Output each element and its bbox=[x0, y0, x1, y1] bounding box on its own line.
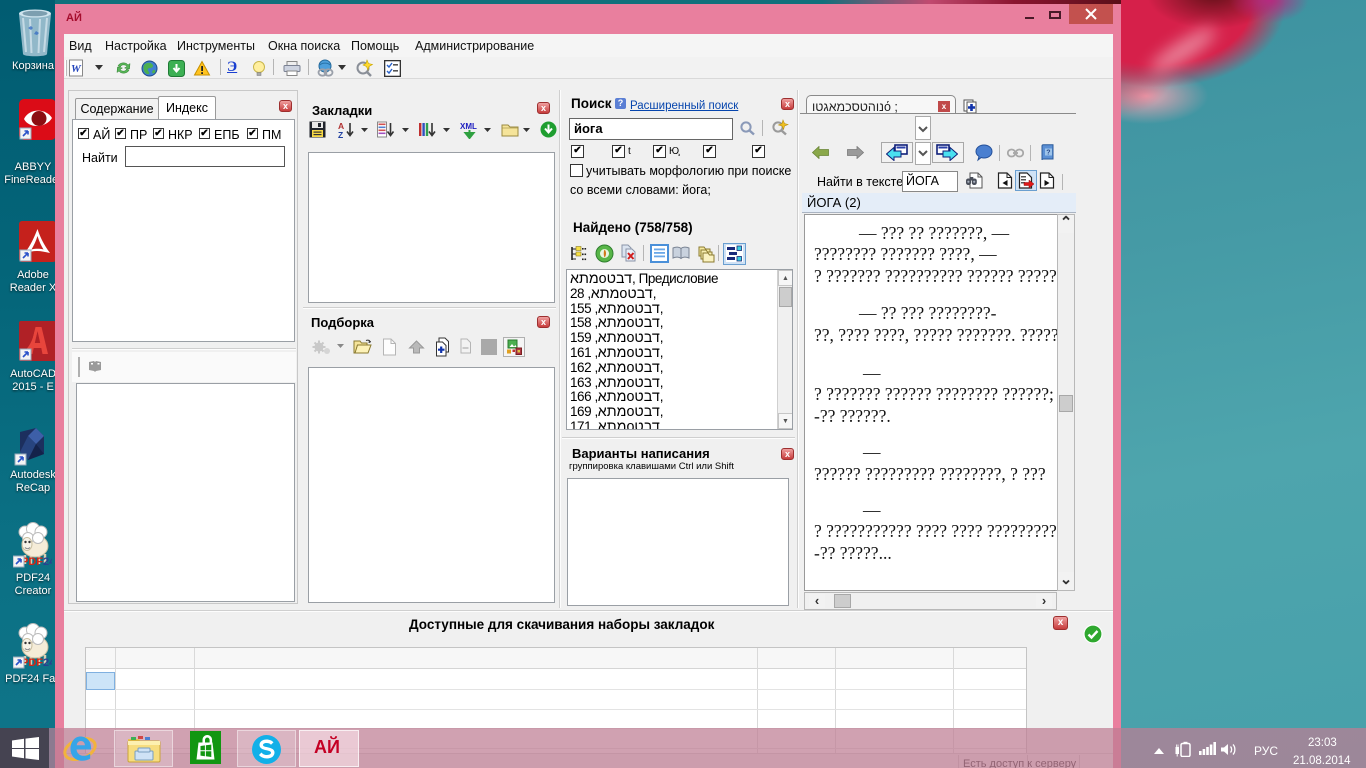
svg-text:PDF24: PDF24 bbox=[21, 657, 52, 669]
svg-text:?: ? bbox=[1046, 150, 1050, 157]
svg-text:XML: XML bbox=[460, 122, 477, 131]
svg-text:PDF24: PDF24 bbox=[21, 556, 52, 568]
svg-text:Z: Z bbox=[338, 130, 343, 139]
